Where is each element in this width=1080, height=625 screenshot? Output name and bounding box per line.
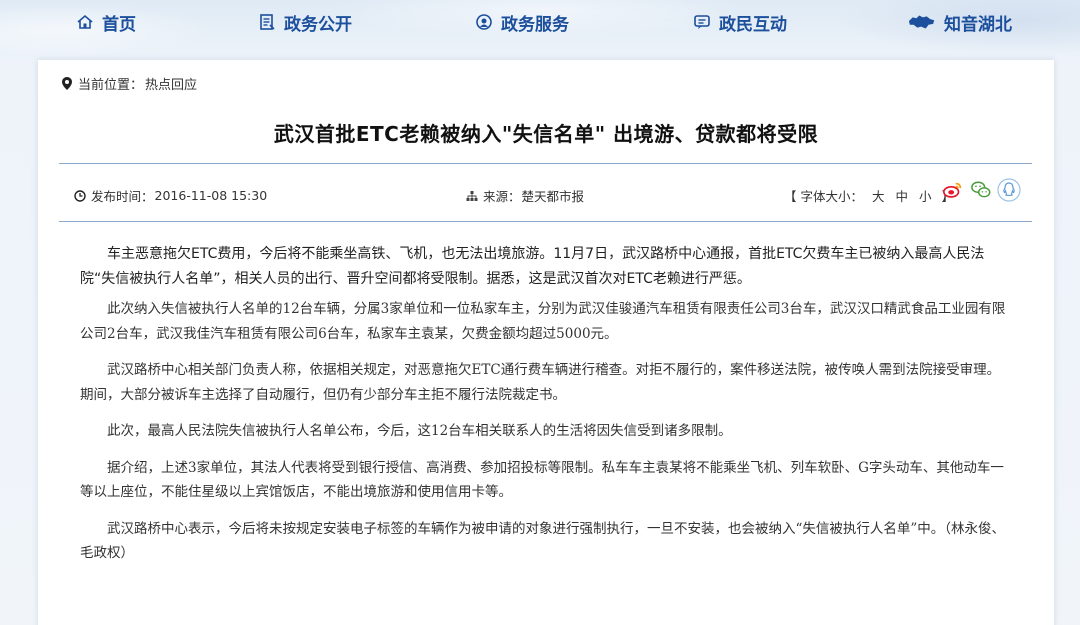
share-weibo-button[interactable] [941,178,965,202]
qq-icon [997,178,1021,202]
breadcrumb: 当前位置： 热点回应 [62,74,197,93]
source-value: 楚天都市报 [521,189,585,204]
font-size-large-button[interactable]: 大 [872,186,885,205]
article-source: 来源： 楚天都市报 [466,186,584,205]
share-bar [941,178,1021,202]
weibo-icon [943,182,962,198]
hubei-map-icon [908,15,935,29]
font-size-label: 【 字体大小： [784,189,863,204]
sitemap-icon [466,190,478,201]
breadcrumb-current[interactable]: 热点回应 [145,74,197,93]
nav-label-hubei: 知音湖北 [944,14,1012,35]
article-paragraph-5: 据介绍，上述3家单位，其法人代表将受到银行授信、高消费、参加招投标等限制。私车车… [80,459,1004,501]
article-title: 武汉首批ETC老赖被纳入"失信名单" 出境游、贷款都将受限 [273,122,819,146]
font-size-small-button[interactable]: 小 [919,186,932,205]
share-wechat-button[interactable] [969,178,993,202]
nav-item-home[interactable]: 首页 [76,10,136,35]
font-size-control: 【 字体大小： 大 中 小 】 [784,186,954,205]
article-paragraph-6: 武汉路桥中心表示，今后将未按规定安装电子标签的车辆作为被申请的对象进行强制执行，… [80,520,1006,562]
meta-divider-bottom [59,221,1032,222]
share-qq-button[interactable] [997,178,1021,202]
publish-time: 发布时间： 2016-11-08 15:30 [74,186,267,205]
nav-item-interaction[interactable]: 政民互动 [693,10,787,35]
nav-item-gov-service[interactable]: 政务服务 [475,10,569,35]
publish-time-label: 发布时间： [91,189,154,204]
source-label: 来源： [483,189,521,204]
wechat-icon [971,181,991,198]
article-body: 车主恶意拖欠ETC费用，今后将不能乘坐高铁、飞机，也无法出境旅游。11月7日，武… [80,242,1010,578]
publish-time-value: 2016-11-08 15:30 [154,188,268,203]
article-paragraph-1: 车主恶意拖欠ETC费用，今后将不能乘坐高铁、飞机，也无法出境旅游。11月7日，武… [80,246,985,287]
service-icon [476,14,492,30]
nav-label-interaction: 政民互动 [719,14,787,35]
nav-item-gov-open[interactable]: 政务公开 [258,10,352,35]
chat-icon [694,15,710,29]
article-paragraph-2: 此次纳入失信被执行人名单的12台车辆，分属3家单位和一位私家车主，分别为武汉佳骏… [80,301,1006,342]
document-icon [260,14,275,30]
location-pin-icon [62,77,72,90]
home-icon [77,14,93,29]
breadcrumb-prefix: 当前位置： [78,78,144,93]
nav-label-gov-service: 政务服务 [501,14,569,35]
article-paragraph-3: 武汉路桥中心相关部门负责人称，依据相关规定，对恶意拖欠ETC通行费车辆进行稽查。… [80,362,1001,403]
article-paragraph-4: 此次，最高人民法院失信被执行人名单公布，今后，这12台车相关联系人的生活将因失信… [107,423,732,439]
nav-label-home: 首页 [102,14,136,35]
font-size-medium-button[interactable]: 中 [896,186,909,205]
top-navigation: 首页 政务公开 政务服务 政民互动 知音湖北 [0,0,1080,44]
clock-icon [74,189,86,202]
nav-item-hubei[interactable]: 知音湖北 [908,10,1012,35]
article-card: 当前位置： 热点回应 武汉首批ETC老赖被纳入"失信名单" 出境游、贷款都将受限… [38,60,1054,625]
nav-label-gov-open: 政务公开 [284,14,352,35]
title-divider-top [59,163,1032,164]
